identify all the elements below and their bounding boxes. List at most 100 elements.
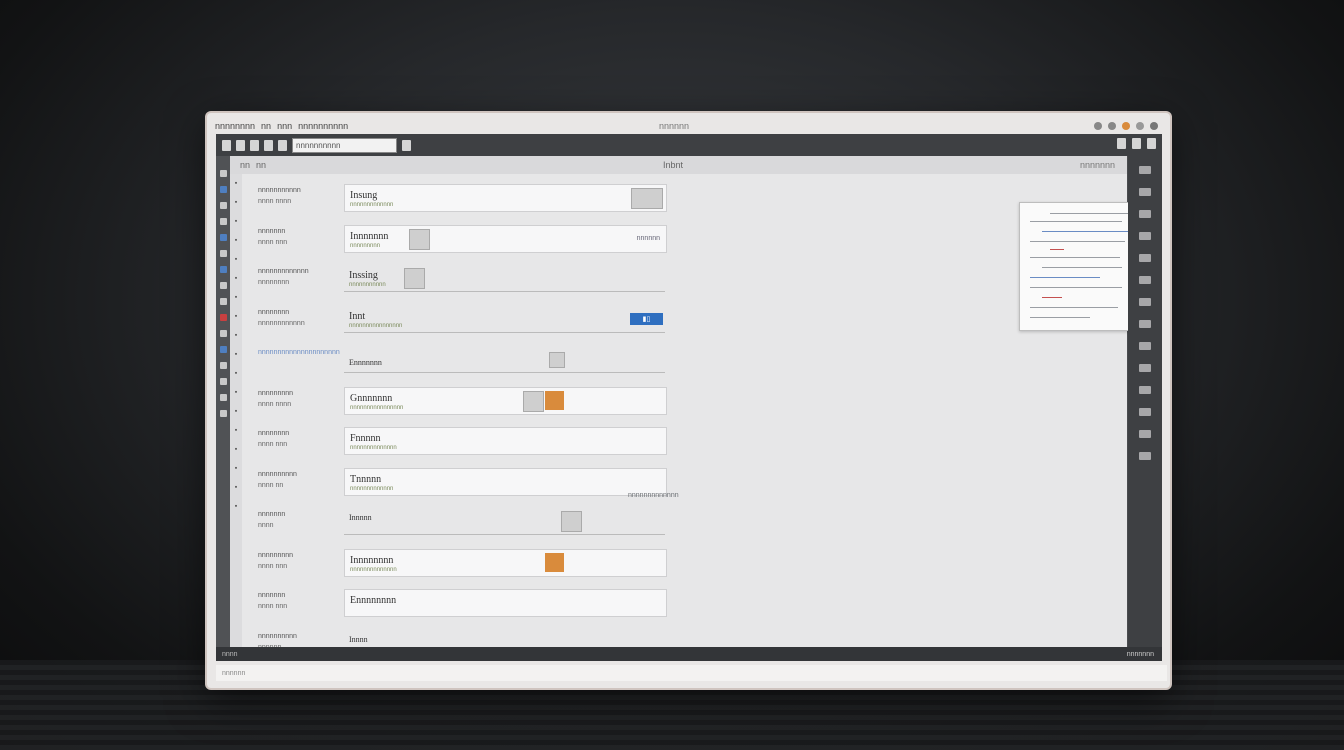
row-field[interactable]: Fnnnnn nnnnnnnnnnnnnn	[344, 427, 667, 455]
row-field[interactable]: Inssing nnnnnnnnnnn	[344, 265, 665, 292]
row-label-line: nnnnnnnnnn	[258, 632, 297, 640]
color-tool-icon[interactable]	[219, 346, 227, 353]
form-row: nnnnnnnn nnnnnnnnnnnn Innt nnnnnnnnnnnnn…	[250, 302, 670, 342]
grid-icon[interactable]	[1147, 138, 1156, 149]
color-swatch-orange[interactable]	[545, 390, 564, 410]
row-field[interactable]: Insung nnnnnnnnnnnnn	[344, 184, 667, 212]
save-icon[interactable]	[236, 139, 245, 151]
volume-icon[interactable]	[1108, 122, 1116, 130]
preview-line	[1042, 297, 1062, 298]
toggle-button[interactable]: ▮▯	[630, 312, 663, 325]
thumbnail-icon[interactable]	[631, 188, 663, 209]
preview-line	[1030, 317, 1090, 318]
notification-icon[interactable]	[1122, 122, 1130, 130]
layout-icon[interactable]	[1139, 232, 1151, 240]
gutter-mark: ▪	[234, 180, 238, 187]
form-row: nnnnnnnn nnnn nnn Fnnnnn nnnnnnnnnnnnnn	[250, 423, 670, 463]
color-swatch-orange[interactable]	[545, 552, 564, 572]
history-tool-icon[interactable]	[219, 394, 227, 401]
row-field[interactable]: Innnnnnnn nnnnnnnnnnnnnn	[344, 548, 667, 577]
field-title: Inssing	[349, 270, 378, 281]
slider-handle[interactable]	[561, 511, 582, 532]
row-field[interactable]: Gnnnnnnn nnnnnnnnnnnnnnnn	[344, 386, 667, 415]
row-field[interactable]: Innnnnnn nnnnnnnnn nnnnnn	[344, 224, 667, 253]
field-subtitle: nnnnnnnnnnn	[349, 282, 386, 288]
export-icon[interactable]	[1139, 430, 1151, 438]
os-menu-item[interactable]: nnnnnnnnnn	[298, 121, 348, 131]
style-icon[interactable]	[1139, 210, 1151, 218]
os-menu-item[interactable]: nnn	[277, 121, 292, 131]
gutter-mark: ▪	[234, 313, 238, 320]
row-field[interactable]: Ennnnnnnn	[344, 589, 667, 617]
shape-tool-icon[interactable]	[219, 202, 227, 209]
page-preview-thumbnail[interactable]	[1019, 202, 1141, 331]
slider-handle[interactable]	[549, 352, 565, 368]
back-button[interactable]: nn	[240, 160, 250, 170]
field-subtitle: nnnnnnnnnnnnnnnn	[350, 404, 404, 411]
user-icon[interactable]	[1150, 122, 1158, 130]
redo-icon[interactable]	[264, 139, 273, 151]
battery-icon[interactable]	[1136, 122, 1144, 130]
bookmark-icon[interactable]	[1139, 342, 1151, 350]
crop-tool-icon[interactable]	[219, 362, 227, 369]
delete-tool-icon[interactable]	[219, 314, 227, 321]
row-field[interactable]: Innt nnnnnnnnnnnnnnnn ▮▯	[344, 306, 665, 333]
row-field[interactable]: Tnnnnn nnnnnnnnnnnnn	[344, 467, 667, 496]
arrange-icon[interactable]	[1139, 276, 1151, 284]
tool-sidebar	[216, 156, 230, 647]
field-title: Ennnnnnnn	[350, 595, 397, 606]
search-icon[interactable]	[402, 139, 411, 151]
image-icon[interactable]	[404, 268, 425, 289]
row-field[interactable]: Ennnnnnn	[344, 346, 665, 373]
history-icon[interactable]	[1139, 386, 1151, 394]
row-label-line: nnnnnnnn	[258, 279, 290, 286]
text-tool-icon[interactable]	[219, 186, 227, 193]
os-menu-item[interactable]: nn	[261, 121, 271, 131]
gutter-mark: ▪	[234, 332, 238, 339]
field-subtitle: nnnnnnnnnnnnn	[350, 485, 394, 492]
row-label-line: nnnn nnnn	[258, 198, 292, 205]
os-menu-item[interactable]: nnnnnnnn	[215, 121, 255, 131]
row-label: nnnnnnn nnnn nnn	[258, 590, 334, 612]
help-tool-icon[interactable]	[219, 410, 227, 417]
wifi-icon[interactable]	[1094, 122, 1102, 130]
select-tool-icon[interactable]	[219, 170, 227, 177]
form-row: nnnnnnnnnnnnnnnnnnnnn Ennnnnnn	[250, 342, 670, 382]
status-right: nnnnnnn	[1126, 650, 1154, 658]
row-label: nnnnnnn nnnn nnn	[258, 226, 334, 248]
comment-icon[interactable]	[1139, 320, 1151, 328]
properties-icon[interactable]	[1139, 166, 1151, 174]
insert-icon[interactable]	[1139, 254, 1151, 262]
color-swatch-neutral[interactable]	[523, 390, 544, 412]
gutter-mark: ▪	[234, 446, 238, 453]
pen-tool-icon[interactable]	[219, 218, 227, 225]
link-tool-icon[interactable]	[219, 234, 227, 241]
layer-tool-icon[interactable]	[219, 298, 227, 305]
share-icon[interactable]	[1139, 408, 1151, 416]
form-row: nnnnnnnnnnn nnnn nnnn Insung nnnnnnnnnnn…	[250, 180, 670, 220]
undo-icon[interactable]	[250, 139, 259, 151]
search-input[interactable]: nnnnnnnnnn	[292, 137, 397, 153]
gutter-mark: ▪	[234, 351, 238, 358]
settings-icon[interactable]	[1132, 138, 1141, 149]
more-icon[interactable]	[1139, 452, 1151, 460]
row-field[interactable]: Innnnn	[344, 508, 665, 535]
preview-line	[1042, 231, 1128, 232]
right-sidebar	[1128, 156, 1162, 647]
monitor-frame: nnnnnnnn nn nnn nnnnnnnnnn nnnnnn nnnnnn…	[207, 113, 1170, 688]
align-tool-icon[interactable]	[219, 378, 227, 385]
preview-line	[1050, 213, 1130, 214]
print-icon[interactable]	[278, 139, 287, 151]
filter-icon[interactable]	[1139, 298, 1151, 306]
preview-line	[1030, 287, 1122, 288]
zoom-tool-icon[interactable]	[219, 330, 227, 337]
table-tool-icon[interactable]	[219, 266, 227, 273]
image-tool-icon[interactable]	[219, 250, 227, 257]
image-icon[interactable]	[409, 228, 430, 250]
menu-icon[interactable]	[222, 139, 231, 151]
format-icon[interactable]	[1139, 188, 1151, 196]
comment-tool-icon[interactable]	[219, 282, 227, 289]
share-icon[interactable]	[1117, 138, 1126, 149]
review-icon[interactable]	[1139, 364, 1151, 372]
forward-button[interactable]: nn	[256, 160, 266, 170]
